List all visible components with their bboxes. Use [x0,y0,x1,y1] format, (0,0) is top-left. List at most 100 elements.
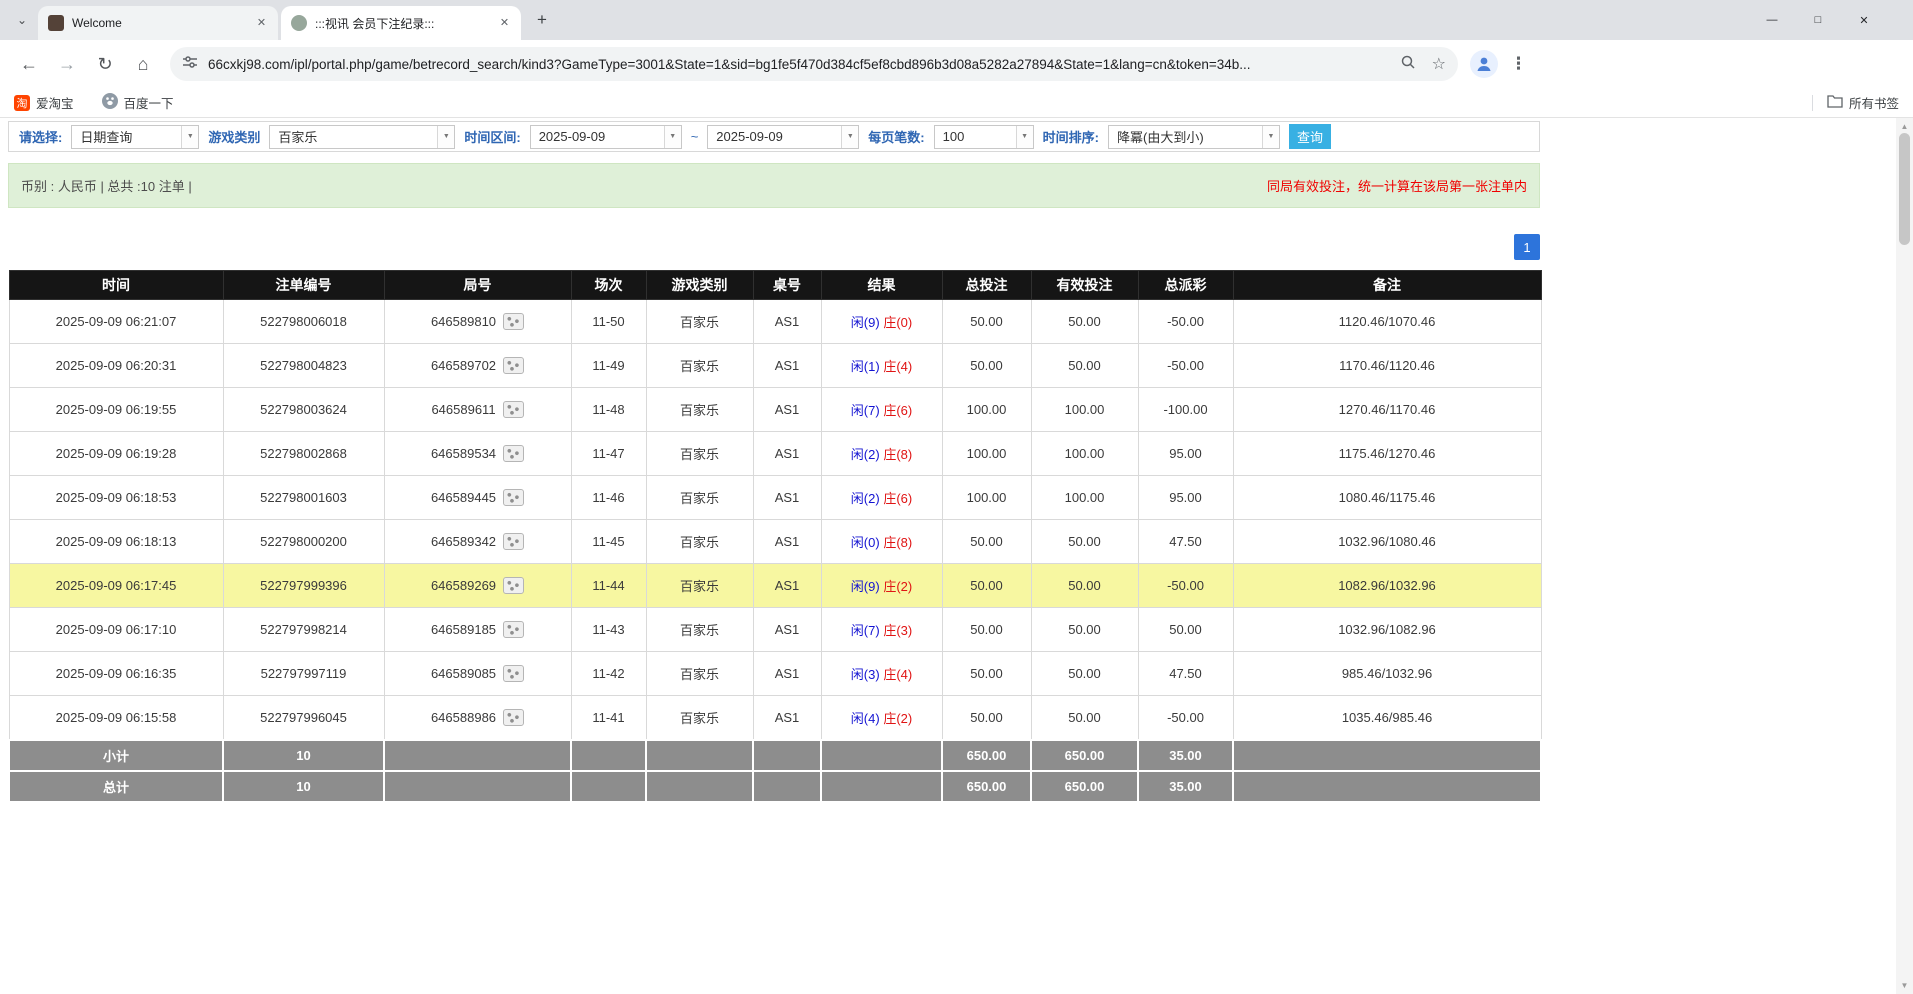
tab-close-icon[interactable]: ✕ [496,15,513,32]
table-footer: 小计10650.00650.0035.00总计10650.00650.0035.… [9,740,1541,802]
url-text[interactable]: 66cxkj98.com/ipl/portal.php/game/betreco… [208,57,1400,72]
game-type-select[interactable]: 百家乐 ▼ [269,125,455,149]
table-no-cell: AS1 [753,696,821,740]
all-bookmarks[interactable]: 所有书签 [1812,93,1899,112]
bet-record-row[interactable]: 2025-09-09 06:21:07522798006018646589810… [9,300,1541,344]
grand-total-row-note-cell [1233,771,1541,802]
result-cell: 闲(9) 庄(2) [821,564,942,608]
game-type-cell: 百家乐 [646,300,753,344]
zoom-magnifier-icon[interactable] [1400,54,1416,75]
bet-records-table: 时间注单编号局号场次游戏类别桌号结果总投注有效投注总派彩备注 2025-09-0… [8,270,1542,803]
home-button[interactable]: ⌂ [126,47,160,81]
baidu-icon [102,93,118,112]
grand-total-row-total-bet-cell: 650.00 [942,771,1031,802]
tab-search-chevron-icon[interactable]: ⌄ [10,8,34,32]
player-result: 闲(7) [851,403,880,418]
payout-cell: -50.00 [1138,564,1233,608]
table-header-row: 时间注单编号局号场次游戏类别桌号结果总投注有效投注总派彩备注 [9,271,1541,300]
profile-avatar-icon[interactable] [1470,50,1498,78]
view-game-result-icon[interactable] [503,665,524,682]
view-game-result-icon[interactable] [503,577,524,594]
tab-close-icon[interactable]: ✕ [253,15,270,32]
valid-bet-cell: 50.00 [1031,564,1138,608]
bookmark-baidu[interactable]: 百度一下 [102,93,174,112]
page-1-button[interactable]: 1 [1514,234,1540,260]
view-game-result-icon[interactable] [503,489,524,506]
scroll-down-icon[interactable]: ▼ [1901,981,1909,990]
tab-bet-records[interactable]: :::视讯 会员下注纪录::: ✕ [281,6,521,40]
tab-welcome[interactable]: Welcome ✕ [38,6,278,40]
browser-toolbar: ← → ↻ ⌂ 66cxkj98.com/ipl/portal.php/game… [0,40,1913,88]
time-cell: 2025-09-09 06:15:58 [9,696,223,740]
divider [1812,95,1813,111]
bet-record-row[interactable]: 2025-09-09 06:15:58522797996045646588986… [9,696,1541,740]
total-bet-cell[interactable]: 50.00 [942,652,1031,696]
site-settings-icon[interactable] [182,54,198,75]
result-cell: 闲(3) 庄(4) [821,652,942,696]
scroll-up-icon[interactable]: ▲ [1901,122,1909,131]
total-bet-cell[interactable]: 50.00 [942,300,1031,344]
bet-record-row[interactable]: 2025-09-09 06:19:55522798003624646589611… [9,388,1541,432]
bet-record-row[interactable]: 2025-09-09 06:20:31522798004823646589702… [9,344,1541,388]
total-bet-cell[interactable]: 50.00 [942,520,1031,564]
view-game-result-icon[interactable] [503,357,524,374]
forward-button[interactable]: → [50,47,84,81]
total-bet-cell[interactable]: 50.00 [942,696,1031,740]
search-button[interactable]: 查询 [1289,124,1331,149]
bet-record-row[interactable]: 2025-09-09 06:19:28522798002868646589534… [9,432,1541,476]
session-cell: 11-48 [571,388,646,432]
payout-cell: -50.00 [1138,300,1233,344]
page-size-select[interactable]: 100 ▼ [934,125,1034,149]
date-to-select[interactable]: 2025-09-09 ▼ [707,125,859,149]
total-bet-cell[interactable]: 100.00 [942,476,1031,520]
new-tab-button[interactable]: + [529,7,555,33]
total-bet-cell[interactable]: 50.00 [942,344,1031,388]
time-cell: 2025-09-09 06:19:55 [9,388,223,432]
scrollbar-thumb[interactable] [1899,133,1910,245]
view-game-result-icon[interactable] [503,313,524,330]
payout-cell: -50.00 [1138,696,1233,740]
grand-total-row-session-cell [571,771,646,802]
chevron-down-icon: ▼ [664,126,681,148]
view-game-result-icon[interactable] [503,533,524,550]
chevron-down-icon: ▼ [1016,126,1033,148]
valid-bet-cell: 100.00 [1031,432,1138,476]
browser-menu-icon[interactable]: ⋮ [1510,54,1527,74]
date-from-select[interactable]: 2025-09-09 ▼ [530,125,682,149]
total-bet-cell[interactable]: 100.00 [942,432,1031,476]
column-header: 有效投注 [1031,271,1138,300]
sort-select[interactable]: 降冪(由大到小) ▼ [1108,125,1280,149]
maximize-button[interactable]: □ [1795,0,1841,40]
bet-record-row[interactable]: 2025-09-09 06:18:53522798001603646589445… [9,476,1541,520]
chevron-down-icon: ▼ [181,126,198,148]
date-from-value: 2025-09-09 [531,126,664,148]
bet-record-row[interactable]: 2025-09-09 06:17:45522797999396646589269… [9,564,1541,608]
close-button[interactable]: ✕ [1841,0,1887,40]
round-cell: 646589702 [384,344,571,388]
total-bet-cell[interactable]: 50.00 [942,564,1031,608]
bookmark-taobao[interactable]: 淘 爱淘宝 [14,93,74,112]
view-game-result-icon[interactable] [503,709,524,726]
bookmark-star-icon[interactable]: ☆ [1432,54,1446,74]
back-button[interactable]: ← [12,47,46,81]
bet-record-row[interactable]: 2025-09-09 06:17:10522797998214646589185… [9,608,1541,652]
address-bar[interactable]: 66cxkj98.com/ipl/portal.php/game/betreco… [170,47,1458,81]
bet-record-row[interactable]: 2025-09-09 06:18:13522798000200646589342… [9,520,1541,564]
view-game-result-icon[interactable] [503,445,524,462]
query-type-select[interactable]: 日期查询 ▼ [71,125,199,149]
all-bookmarks-label: 所有书签 [1849,93,1899,112]
minimize-button[interactable]: — [1749,0,1795,40]
date-to-value: 2025-09-09 [708,126,841,148]
reload-button[interactable]: ↻ [88,47,122,81]
total-bet-cell[interactable]: 50.00 [942,608,1031,652]
banker-result: 庄(4) [883,667,912,682]
page-scrollbar[interactable]: ▲ ▼ [1896,118,1913,994]
view-game-result-icon[interactable] [503,621,524,638]
round-number: 646589611 [431,402,495,417]
total-bet-cell[interactable]: 100.00 [942,388,1031,432]
bet-record-row[interactable]: 2025-09-09 06:16:35522797997119646589085… [9,652,1541,696]
view-game-result-icon[interactable] [503,401,524,418]
time-cell: 2025-09-09 06:18:13 [9,520,223,564]
result-cell: 闲(7) 庄(3) [821,608,942,652]
session-cell: 11-44 [571,564,646,608]
